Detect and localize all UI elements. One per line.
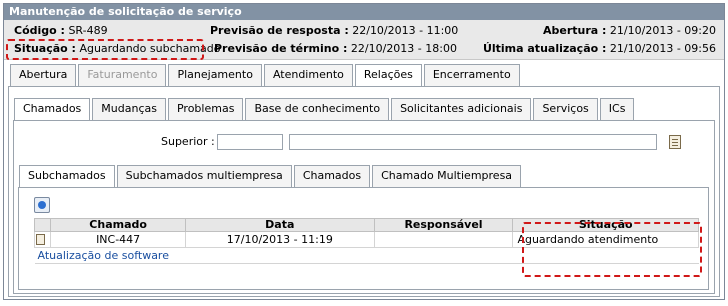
- row-data: 17/10/2013 - 11:19: [185, 231, 375, 248]
- superior-code-input[interactable]: [217, 134, 283, 150]
- tab-problemas[interactable]: Problemas: [167, 98, 244, 120]
- service-request-window: Manutenção de solicitação de serviço Cód…: [3, 3, 725, 300]
- superior-label: Superior :: [161, 135, 215, 148]
- situacao-column-highlight: [522, 222, 702, 277]
- chamados-inner-tabs: Subchamados Subchamados multiempresa Cha…: [19, 165, 523, 188]
- previsao-resposta-label: Previsão de resposta :: [210, 24, 349, 37]
- tab-inner-chamados[interactable]: Chamados: [293, 165, 371, 187]
- ultima-atualizacao-info: Última atualização : 21/10/2013 - 09:56: [483, 42, 716, 56]
- superior-description-input[interactable]: [289, 134, 657, 150]
- previsao-termino-value: 22/10/2013 - 18:00: [350, 42, 457, 55]
- tab-servicos[interactable]: Serviços: [533, 98, 598, 120]
- tab-base-conhecimento[interactable]: Base de conhecimento: [245, 98, 390, 120]
- tab-mudancas[interactable]: Mudanças: [92, 98, 166, 120]
- tab-chamados[interactable]: Chamados: [14, 98, 91, 121]
- tab-abertura[interactable]: Abertura: [10, 64, 77, 86]
- document-icon[interactable]: [36, 234, 45, 245]
- codigo-label: Código :: [14, 24, 65, 37]
- abertura-label: Abertura :: [542, 24, 607, 37]
- abertura-info: Abertura : 21/10/2013 - 09:20: [543, 24, 716, 38]
- refresh-icon[interactable]: [34, 197, 50, 213]
- tab-ics[interactable]: ICs: [599, 98, 635, 120]
- codigo-value: SR-489: [68, 24, 108, 37]
- tab-relacoes[interactable]: Relações: [354, 64, 422, 87]
- grid-header-responsavel: Responsável: [373, 218, 514, 232]
- ultima-atualizacao-value: 21/10/2013 - 09:56: [609, 42, 716, 55]
- grid-header-data: Data: [185, 218, 375, 232]
- row-responsavel: [373, 231, 514, 248]
- codigo-info: Código : SR-489: [14, 24, 108, 38]
- previsao-resposta-info: Previsão de resposta : 22/10/2013 - 11:0…: [210, 24, 458, 38]
- situacao-highlight: [6, 39, 204, 60]
- tab-solicitantes-adicionais[interactable]: Solicitantes adicionais: [391, 98, 532, 120]
- tab-chamado-multiempresa[interactable]: Chamado Multiempresa: [372, 165, 522, 187]
- tab-subchamados-multiempresa[interactable]: Subchamados multiempresa: [116, 165, 292, 187]
- previsao-resposta-value: 22/10/2013 - 11:00: [352, 24, 459, 37]
- tab-encerramento[interactable]: Encerramento: [423, 64, 520, 86]
- row-chamado: INC-447: [50, 231, 187, 248]
- row-icon-cell[interactable]: [33, 231, 52, 248]
- tab-planejamento[interactable]: Planejamento: [168, 64, 262, 86]
- tab-atendimento[interactable]: Atendimento: [263, 64, 353, 86]
- ultima-atualizacao-label: Última atualização :: [482, 42, 607, 55]
- window-title: Manutenção de solicitação de serviço: [4, 4, 724, 20]
- tab-subchamados[interactable]: Subchamados: [19, 165, 115, 188]
- abertura-value: 21/10/2013 - 09:20: [609, 24, 716, 37]
- main-tabs: Abertura Faturamento Planejamento Atendi…: [10, 64, 522, 87]
- grid-header-chamado: Chamado: [50, 218, 187, 232]
- previsao-termino-info: Previsão de término : 22/10/2013 - 18:00: [214, 42, 457, 56]
- lookup-icon[interactable]: [669, 135, 681, 149]
- previsao-termino-label: Previsão de término :: [214, 42, 348, 55]
- tab-faturamento[interactable]: Faturamento: [78, 64, 167, 86]
- grid-header-icon: [33, 218, 52, 232]
- relacoes-sub-tabs: Chamados Mudanças Problemas Base de conh…: [14, 98, 636, 121]
- row-description-link[interactable]: Atualização de software: [38, 249, 169, 262]
